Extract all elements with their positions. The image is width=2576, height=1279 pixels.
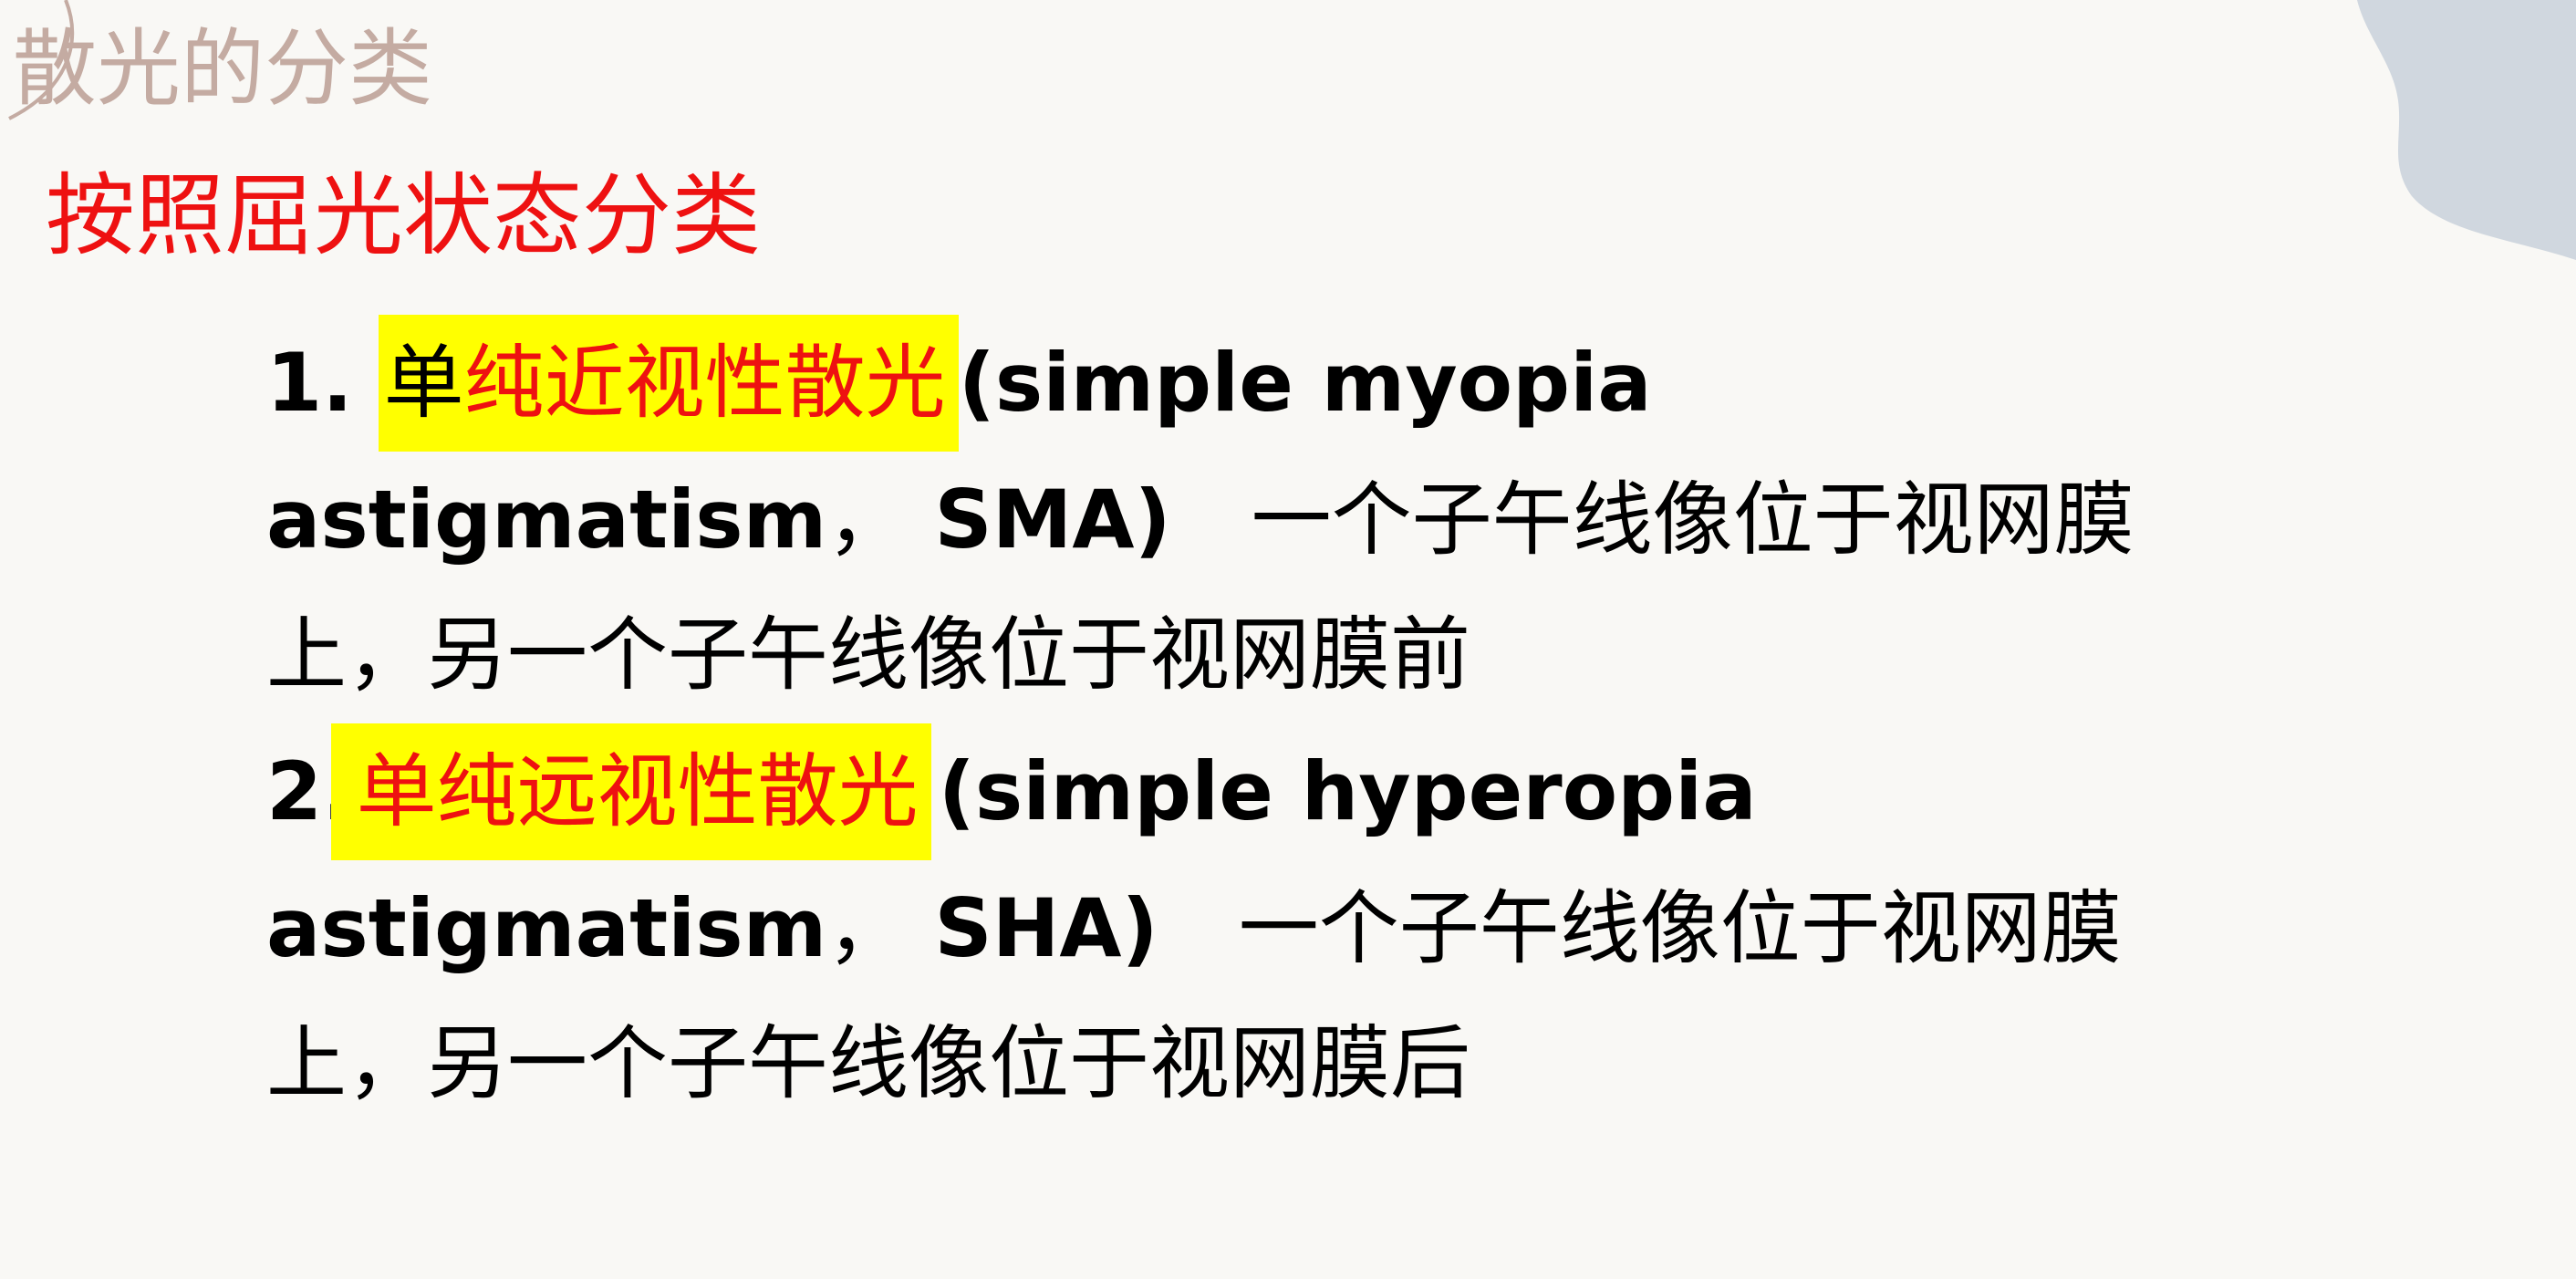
item2-comma: ，	[826, 881, 908, 975]
item1-desc-part1: 一个子午线像位于视网膜	[1251, 473, 2135, 567]
item1-name-highlight: 单纯近视性散光	[378, 315, 959, 452]
item1-english-part2: astigmatism	[266, 473, 827, 567]
item2-name-highlight: 单纯远视性散光	[330, 723, 931, 860]
item2-english-part2: astigmatism	[266, 881, 827, 975]
item1-desc-part2: 上，另一个子午线像位于视网膜前	[266, 608, 1471, 702]
section-title: 散光的分类	[13, 20, 433, 118]
item2-name: 单纯远视性散光	[356, 744, 919, 838]
item2-line3: 上，另一个子午线像位于视网膜后	[266, 995, 1470, 1132]
item1-number: 1.	[266, 336, 353, 430]
item1-name-first-char: 单	[383, 336, 464, 430]
item2-desc-part2: 上，另一个子午线像位于视网膜后	[266, 1016, 1471, 1110]
item2-line2: astigmatism， SHA) 一个子午线像位于视网膜	[266, 860, 2122, 997]
item1-english-part1: (simple myopia	[958, 336, 1652, 430]
item2-line1: 2.单纯远视性散光 (simple hyperopia	[266, 723, 1757, 860]
item1-line1: 1. 单纯近视性散光 (simple myopia	[266, 315, 1652, 452]
slide: 散光的分类 按照屈光状态分类 1. 单纯近视性散光 (simple myopia …	[0, 0, 2576, 1279]
item2-desc-part1: 一个子午线像位于视网膜	[1238, 881, 2122, 975]
subtitle: 按照屈光状态分类	[46, 164, 762, 268]
item1-comma: ，	[826, 473, 908, 567]
item1-line3: 上，另一个子午线像位于视网膜前	[266, 587, 1470, 723]
item2-english-part1: (simple hyperopia	[938, 744, 1757, 838]
item2-abbr: SHA)	[934, 881, 1158, 975]
corner-decoration	[2357, 0, 2576, 260]
item1-abbr: SMA)	[934, 473, 1171, 567]
item1-line2: astigmatism， SMA) 一个子午线像位于视网膜	[266, 452, 2135, 588]
item1-name: 纯近视性散光	[463, 336, 946, 430]
